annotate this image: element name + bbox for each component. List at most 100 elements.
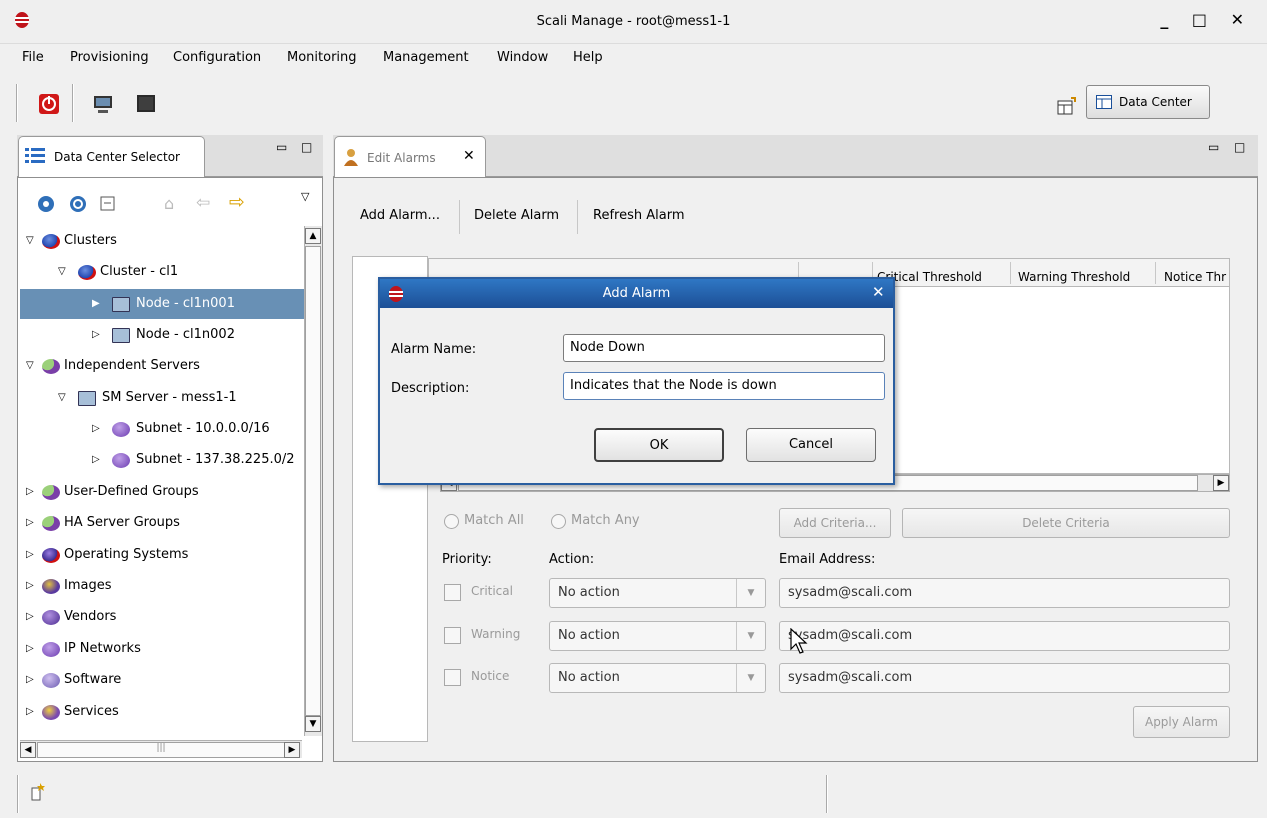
dropdown-arrow-icon[interactable]: ▼ (736, 622, 765, 650)
notice-email-field[interactable]: sysadm@scali.com (779, 663, 1230, 693)
scroll-thumb[interactable]: ||| (37, 742, 285, 758)
refresh-alarm-button[interactable]: Refresh Alarm (593, 208, 684, 223)
notice-action-select[interactable]: No action ▼ (549, 663, 766, 693)
expanded-twisty-icon[interactable]: ▽ (58, 257, 66, 287)
notice-checkbox[interactable] (444, 669, 461, 686)
maximize-view-icon[interactable]: □ (1234, 140, 1245, 154)
tree-item-node-cl1n002[interactable]: ▷ Node - cl1n002 (20, 320, 308, 350)
scroll-thumb[interactable] (305, 246, 321, 716)
delete-alarm-button[interactable]: Delete Alarm (474, 208, 559, 223)
collapsed-twisty-icon[interactable]: ▷ (92, 320, 100, 350)
tab-data-center-selector[interactable]: Data Center Selector (18, 136, 205, 178)
tree-item-cluster-cl1[interactable]: ▽ Cluster - cl1 (20, 257, 308, 287)
ok-button[interactable]: OK (594, 428, 724, 462)
menu-management[interactable]: Management (383, 50, 469, 65)
window-controls[interactable]: _ □ ✕ (1160, 10, 1253, 29)
scroll-up-icon[interactable]: ▲ (305, 228, 321, 244)
menu-window[interactable]: Window (497, 50, 548, 65)
column-divider (1010, 262, 1011, 284)
collapsed-twisty-icon[interactable]: ▷ (26, 697, 34, 727)
scroll-right-icon[interactable]: ▶ (1213, 475, 1229, 491)
home-icon[interactable]: ⌂ (164, 194, 174, 213)
tree-item-vendors[interactable]: ▷ Vendors (20, 602, 308, 632)
tree-item-subnet-137[interactable]: ▷ Subnet - 137.38.225.0/2 (20, 445, 308, 475)
subnet-icon (112, 422, 130, 437)
shutdown-icon[interactable] (38, 93, 60, 115)
expanded-twisty-icon[interactable]: ▽ (58, 383, 66, 413)
tree-item-node-cl1n001[interactable]: ▶ Node - cl1n001 (20, 289, 308, 319)
collapsed-twisty-icon[interactable]: ▷ (26, 665, 34, 695)
menu-configuration[interactable]: Configuration (173, 50, 261, 65)
fast-view-icon[interactable] (30, 782, 46, 806)
column-warning-threshold[interactable]: Warning Threshold (1018, 270, 1130, 284)
tree-item-ip-networks[interactable]: ▷ IP Networks (20, 634, 308, 664)
critical-checkbox[interactable] (444, 584, 461, 601)
maximize-view-icon[interactable]: □ (301, 140, 312, 154)
expanded-twisty-icon[interactable]: ▽ (26, 226, 34, 256)
view-menu-icon[interactable]: ▽ (301, 190, 309, 203)
collapsed-twisty-icon[interactable]: ▷ (26, 571, 34, 601)
tree-item-ha-server-groups[interactable]: ▷ HA Server Groups (20, 508, 308, 538)
console-icon[interactable] (92, 93, 114, 115)
menu-help[interactable]: Help (573, 50, 603, 65)
add-alarm-button[interactable]: Add Alarm... (360, 208, 440, 223)
collapsed-twisty-icon[interactable]: ▷ (26, 540, 34, 570)
tree-item-software[interactable]: ▷ Software (20, 665, 308, 695)
collapsed-twisty-icon[interactable]: ▷ (26, 634, 34, 664)
apply-alarm-button[interactable]: Apply Alarm (1133, 706, 1230, 738)
close-dialog-icon[interactable]: ✕ (872, 283, 885, 301)
collapsed-twisty-icon[interactable]: ▶ (92, 289, 100, 319)
tree-item-subnet-10[interactable]: ▷ Subnet - 10.0.0.0/16 (20, 414, 308, 444)
cancel-button[interactable]: Cancel (746, 428, 876, 462)
collapsed-twisty-icon[interactable]: ▷ (26, 508, 34, 538)
collapsed-twisty-icon[interactable]: ▷ (92, 445, 100, 475)
warning-action-select[interactable]: No action ▼ (549, 621, 766, 651)
dropdown-arrow-icon[interactable]: ▼ (736, 664, 765, 692)
dropdown-arrow-icon[interactable]: ▼ (736, 579, 765, 607)
tree-item-services[interactable]: ▷ Services (20, 697, 308, 727)
match-any-radio[interactable] (551, 514, 566, 529)
scroll-right-icon[interactable]: ▶ (284, 742, 300, 758)
tree-item-independent-servers[interactable]: ▽ Independent Servers (20, 351, 308, 381)
back-arrow-icon[interactable]: ⇦ (196, 193, 210, 213)
dialog-title-bar[interactable]: Add Alarm ✕ (380, 279, 893, 308)
tree-item-sm-server[interactable]: ▽ SM Server - mess1-1 (20, 383, 308, 413)
collapse-all-icon[interactable] (99, 195, 117, 217)
description-input[interactable]: Indicates that the Node is down (563, 372, 885, 400)
refresh-gear-icon[interactable] (36, 194, 56, 218)
collapsed-twisty-icon[interactable]: ▷ (26, 477, 34, 507)
critical-action-select[interactable]: No action ▼ (549, 578, 766, 608)
tree-vertical-scrollbar[interactable]: ▲ ▼ (304, 226, 322, 736)
scroll-down-icon[interactable]: ▼ (305, 716, 321, 732)
menu-provisioning[interactable]: Provisioning (70, 50, 149, 65)
warning-checkbox[interactable] (444, 627, 461, 644)
warning-email-field[interactable]: sysadm@scali.com (779, 621, 1230, 651)
tree-item-user-defined-groups[interactable]: ▷ User-Defined Groups (20, 477, 308, 507)
forward-arrow-icon[interactable]: ⇨ (229, 191, 245, 213)
sync-icon[interactable] (68, 194, 88, 218)
tree-horizontal-scrollbar[interactable]: ◀ ||| ▶ (20, 740, 302, 758)
minimize-view-icon[interactable]: ▭ (1208, 140, 1219, 154)
match-all-radio[interactable] (444, 514, 459, 529)
critical-email-field[interactable]: sysadm@scali.com (779, 578, 1230, 608)
delete-criteria-button[interactable]: Delete Criteria (902, 508, 1230, 538)
alarm-name-input[interactable]: Node Down (563, 334, 885, 362)
column-notice-threshold[interactable]: Notice Thr (1164, 270, 1226, 284)
menu-file[interactable]: File (22, 50, 44, 65)
tree-item-images[interactable]: ▷ Images (20, 571, 308, 601)
close-tab-icon[interactable]: ✕ (463, 148, 475, 164)
open-perspective-icon[interactable] (1056, 96, 1078, 118)
tab-edit-alarms[interactable]: Edit Alarms ✕ (334, 136, 486, 178)
tree-item-clusters[interactable]: ▽ Clusters (20, 226, 308, 256)
expanded-twisty-icon[interactable]: ▽ (26, 351, 34, 381)
tree-label: Node - cl1n001 (136, 296, 235, 311)
menu-monitoring[interactable]: Monitoring (287, 50, 357, 65)
minimize-view-icon[interactable]: ▭ (276, 140, 287, 154)
collapsed-twisty-icon[interactable]: ▷ (26, 602, 34, 632)
collapsed-twisty-icon[interactable]: ▷ (92, 414, 100, 444)
terminal-icon[interactable] (135, 93, 157, 115)
tree-item-operating-systems[interactable]: ▷ Operating Systems (20, 540, 308, 570)
data-center-perspective-button[interactable]: Data Center (1086, 85, 1210, 119)
add-criteria-button[interactable]: Add Criteria... (779, 508, 891, 538)
scroll-left-icon[interactable]: ◀ (20, 742, 36, 758)
